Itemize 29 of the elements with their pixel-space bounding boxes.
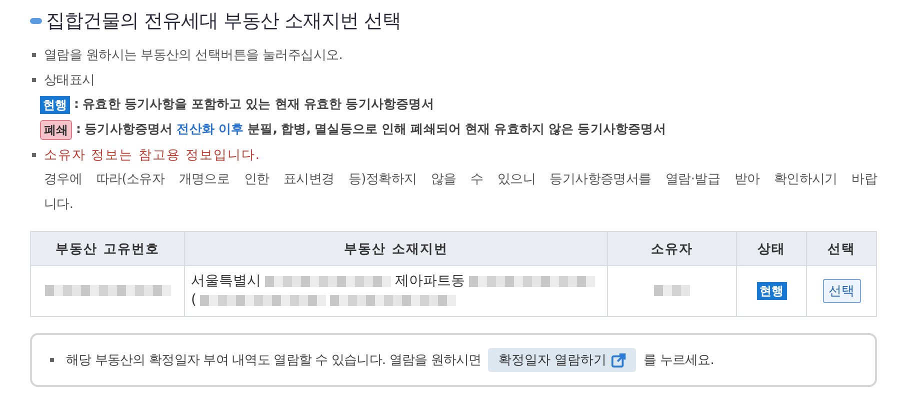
legend-text: : 등기사항증명서 전산화 이후 분필, 합병, 멸실등으로 인해 폐쇄되어 현재 유효하지 않은 등기사항증명서 (76, 121, 666, 138)
column-header: 상태 (736, 232, 806, 266)
legend-text: : 유효한 등기사항을 포함하고 있는 현재 유효한 등기사항증명서 (74, 96, 434, 113)
footer-text: 해당 부동산의 확정일자 부여 내역도 열람할 수 있습니다. 열람을 원하시면 (66, 352, 482, 369)
column-header: 부동산 고유번호 (30, 232, 184, 266)
bullet-icon (32, 152, 36, 156)
column-header: 소유자 (608, 232, 736, 266)
status-badge: 폐쇄 (40, 120, 72, 140)
note-text: 상태표시 (44, 72, 95, 88)
footer-text: 를 누르세요. (643, 352, 714, 369)
warning-text: 소유자 정보는 참고용 정보입니다. (44, 146, 261, 164)
address-text: ( (191, 291, 196, 310)
select-button[interactable]: 선택 (822, 279, 860, 303)
address-text: 제아파트동 (395, 272, 465, 291)
bullet-icon (32, 78, 36, 82)
external-link-icon (611, 352, 626, 368)
bullet-icon (32, 52, 36, 56)
title-marker-icon (30, 18, 42, 24)
column-header: 부동산 소재지번 (184, 232, 608, 266)
note-paragraph: 경우에 따라(소유자 개명으로 인한 표시변경 등)정확하지 않을 수 있으니 등기사항증명서를 열람·발급 받아 확인하시기 바랍니다. (44, 171, 877, 214)
date-view-button[interactable]: 확정일자 열람하기 (488, 348, 636, 372)
note-text: 열람을 원하시는 부동산의 선택버튼을 눌러주십시오. (44, 46, 343, 64)
redacted-text (654, 285, 690, 296)
column-header: 선택 (806, 232, 876, 266)
page-title: 집합건물의 전유세대 부동산 소재지번 선택 (46, 9, 402, 34)
status-badge: 현행 (40, 96, 70, 114)
bullet-icon (50, 358, 54, 362)
status-badge: 현행 (756, 282, 786, 300)
address-text: 서울특별시 (191, 272, 261, 291)
